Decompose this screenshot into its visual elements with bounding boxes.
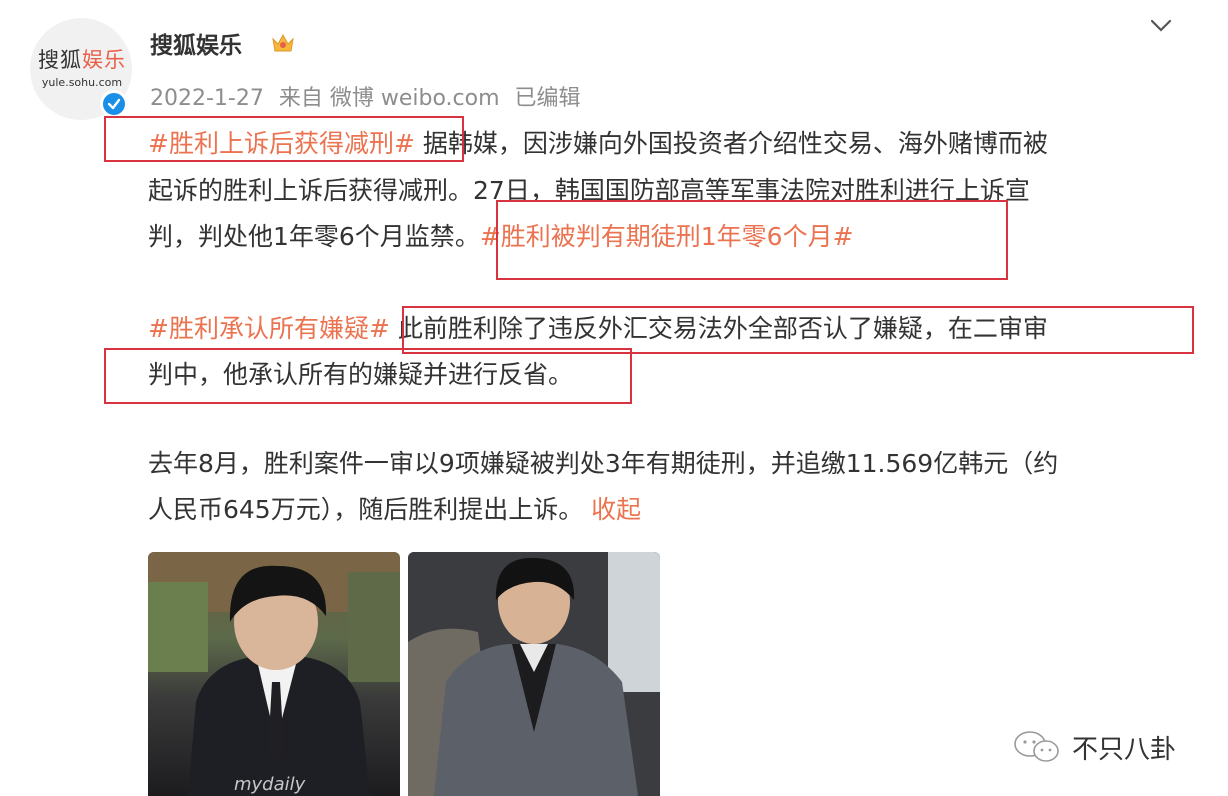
account-name[interactable]: 搜狐娱乐 [150,26,242,60]
topic-link-admit[interactable]: #胜利承认所有嫌疑# [148,314,390,343]
verified-badge-icon [100,90,128,118]
wechat-logo-icon [1014,731,1059,762]
account-watermark: 不只八卦 [1010,726,1176,766]
post-text: 判，判处他1年零6个月监禁。 [148,222,480,251]
post-line-2: 起诉的胜利上诉后获得减刑。27日，韩国国防部高等军事法院对胜利进行上诉宣 [148,176,1030,205]
post-text: 据韩媒，因涉嫌向外国投资者介绍性交易、海外赌博而被 [414,129,1048,158]
post-date[interactable]: 2022-1-27 [150,86,264,111]
post-source[interactable]: 来自 微博 weibo.com [279,86,500,111]
post-line-6: 去年8月，胜利案件一审以9项嫌疑被判处3年有期徒刑，并追缴11.569亿韩元（约 [148,449,1059,478]
member-crown-icon[interactable] [270,31,296,55]
topic-link-sentence[interactable]: #胜利被判有期徒刑1年零6个月# [480,222,854,251]
chevron-down-icon[interactable] [1148,16,1174,36]
watermark-text: 不只八卦 [1072,735,1177,765]
avatar-logo-url: yule.sohu.com [41,76,123,89]
photo-watermark: mydaily [234,774,306,795]
edited-label[interactable]: 已编辑 [515,86,581,111]
post-photo-1[interactable]: mydaily [148,552,400,796]
post-text: 人民币645万元），随后胜利提出上诉。 [148,495,584,524]
post-text: 此前胜利除了违反外汇交易法外全部否认了嫌疑，在二审审 [389,314,1048,343]
post-line-7: 人民币645万元），随后胜利提出上诉。 收起 [148,492,641,528]
collapse-link[interactable]: 收起 [591,495,641,524]
post-line-4: #胜利承认所有嫌疑# 此前胜利除了违反外汇交易法外全部否认了嫌疑，在二审审 [148,311,1048,347]
post-line-1: #胜利上诉后获得减刑# 据韩媒，因涉嫌向外国投资者介绍性交易、海外赌博而被 [148,126,1048,162]
post-line-3: 判，判处他1年零6个月监禁。#胜利被判有期徒刑1年零6个月# [148,219,854,255]
post-photo-2[interactable] [408,552,660,796]
avatar-logo-text: 搜狐娱乐 [38,48,126,72]
post-line-5: 判中，他承认所有的嫌疑并进行反省。 [148,360,574,389]
post-meta: 2022-1-27 来自 微博 weibo.com 已编辑 [150,80,589,112]
topic-link-appeal[interactable]: #胜利上诉后获得减刑# [148,129,415,158]
